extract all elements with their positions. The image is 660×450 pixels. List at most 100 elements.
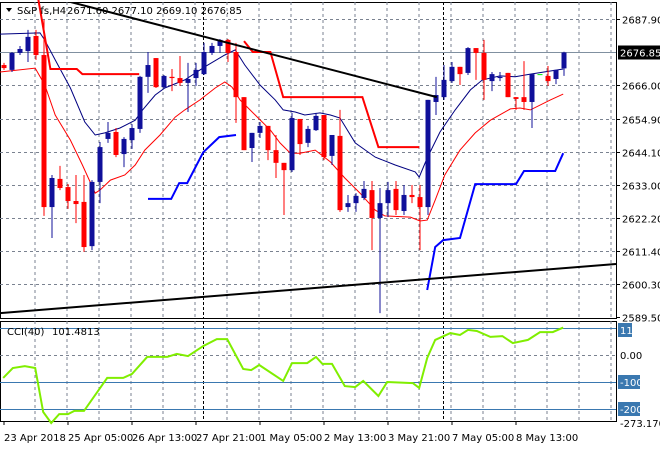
- symbol-label: S&P fs,H4: [17, 6, 66, 17]
- candle-body: [441, 79, 447, 98]
- cci-title: CCI(40): [7, 327, 45, 338]
- x-tick-label: 2 May 13:00: [324, 433, 386, 444]
- candle-body: [473, 48, 479, 53]
- candle-body: [177, 78, 183, 83]
- candle-body: [97, 147, 103, 182]
- candle-body: [233, 52, 239, 98]
- candle-body: [337, 135, 343, 211]
- candle-body: [41, 55, 47, 208]
- candle: [89, 180, 95, 251]
- x-tick-label: 27 Apr 21:00: [196, 433, 261, 444]
- candle: [537, 74, 543, 76]
- cci-header: CCI(40) 101.4813: [7, 327, 100, 338]
- candle-body: [9, 52, 15, 70]
- cci-axis-label: 119.3219: [620, 326, 660, 337]
- y-tick-label: 2600.30: [622, 281, 660, 292]
- candle-body: [105, 132, 111, 139]
- x-tick-label: 25 Apr 05:00: [68, 433, 133, 444]
- ohlc-label: 2671.60 2677.10 2669.10 2676.85: [67, 6, 242, 17]
- candle-body: [377, 203, 383, 218]
- candle-body: [281, 162, 287, 171]
- candle-body: [249, 132, 255, 149]
- candle: [289, 112, 295, 172]
- candle-body: [417, 197, 423, 208]
- candle: [153, 58, 159, 89]
- candle-body: [241, 97, 247, 151]
- candle: [9, 52, 15, 72]
- candle-body: [553, 69, 559, 79]
- candle-body: [137, 76, 143, 129]
- candle-body: [561, 52, 567, 69]
- cci-value: 101.4813: [52, 327, 100, 338]
- candle-body: [505, 72, 511, 98]
- candle-body: [145, 65, 151, 77]
- candle-body: [297, 118, 303, 145]
- cci-axis-label: -100: [620, 378, 643, 389]
- candle: [161, 75, 167, 89]
- candle-body: [209, 45, 215, 53]
- candle-body: [1, 65, 7, 69]
- candle-body: [169, 76, 175, 79]
- candle-body: [385, 190, 391, 204]
- candle-body: [537, 74, 543, 76]
- candle-body: [257, 125, 263, 133]
- candle-body: [57, 178, 63, 188]
- x-tick-label: 23 Apr 2018: [4, 433, 66, 444]
- candle-body: [73, 201, 79, 205]
- candle-body: [545, 75, 551, 82]
- candle-body: [481, 52, 487, 80]
- candle-body: [497, 76, 503, 79]
- y-tick-label: 2687.90: [622, 16, 660, 27]
- candle: [137, 75, 143, 133]
- x-tick-label: 26 Apr 13:00: [132, 433, 197, 444]
- y-tick-label: 2589.50: [622, 314, 660, 325]
- x-tick-label: 3 May 21:00: [388, 433, 450, 444]
- candle: [241, 97, 247, 151]
- candle-body: [529, 74, 535, 102]
- candle-body: [353, 195, 359, 204]
- candle-body: [201, 52, 207, 75]
- candle-body: [369, 190, 375, 218]
- candle-body: [121, 138, 127, 155]
- candle-body: [321, 115, 327, 158]
- x-tick-label: 1 May 05:00: [260, 433, 322, 444]
- candle-body: [409, 194, 415, 198]
- candle: [321, 115, 327, 161]
- chart-header: S&P fs,H4 2671.60 2677.10 2669.10 2676.8…: [6, 6, 242, 17]
- candle-body: [425, 99, 431, 208]
- candle-body: [361, 188, 367, 198]
- current-price-label: 2676.85: [620, 49, 660, 60]
- x-tick-label: 8 May 13:00: [516, 433, 578, 444]
- x-tick-label: 7 May 05:00: [452, 433, 514, 444]
- y-tick-label: 2666.00: [622, 82, 660, 93]
- candle-body: [513, 97, 519, 99]
- candle-body: [25, 36, 31, 52]
- candle-body: [393, 188, 399, 211]
- candle-body: [129, 128, 135, 141]
- candle-body: [49, 177, 55, 208]
- y-tick-label: 2644.10: [622, 149, 660, 160]
- candle-body: [465, 48, 471, 73]
- candle-body: [185, 78, 191, 83]
- cci-axis-label: 0.00: [620, 351, 642, 362]
- candle-body: [345, 203, 351, 208]
- candle: [465, 47, 471, 76]
- candle-body: [521, 97, 527, 102]
- y-tick-label: 2611.40: [622, 248, 660, 259]
- cci-axis-label: -200: [620, 405, 643, 416]
- candle-body: [313, 115, 319, 131]
- candle-body: [65, 187, 71, 202]
- chart-canvas: 2687.90 2666.00 2654.90 2644.10 2633.00 2622.…: [0, 0, 660, 444]
- candle: [505, 72, 511, 98]
- y-tick-label: 2633.00: [622, 182, 660, 193]
- candle-body: [265, 125, 271, 151]
- candle-body: [113, 131, 119, 155]
- candle: [425, 99, 431, 215]
- candle-body: [457, 66, 463, 75]
- y-tick-label: 2622.20: [622, 215, 660, 226]
- candle-body: [401, 194, 407, 212]
- candle-body: [193, 69, 199, 79]
- candle-body: [289, 118, 295, 171]
- candle-body: [161, 75, 167, 88]
- cci-axis-label: -273.1707: [620, 419, 660, 430]
